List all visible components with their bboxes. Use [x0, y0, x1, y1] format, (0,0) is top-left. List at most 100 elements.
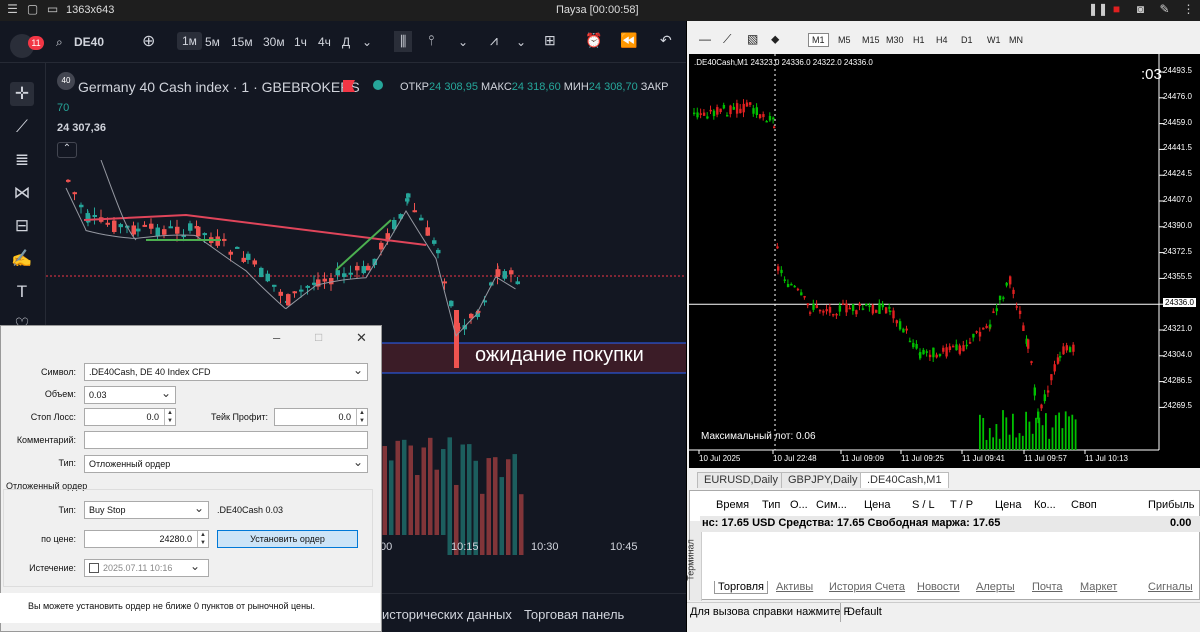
tf-m15[interactable]: M15	[862, 35, 880, 45]
pen-icon[interactable]: ✎	[1158, 3, 1171, 16]
spinner-icon[interactable]: ▲ ▼	[197, 531, 208, 547]
col-header[interactable]: Цена	[995, 499, 1021, 511]
add-symbol-icon[interactable]: ⊕	[142, 31, 155, 51]
camera-icon[interactable]: ◙	[1134, 3, 1147, 16]
search-icon[interactable]: ⌕	[56, 35, 63, 50]
symbol-select[interactable]: .DE40Cash, DE 40 Index CFD	[84, 363, 368, 381]
volume-bar	[1071, 414, 1074, 450]
col-header[interactable]: T / P	[950, 499, 973, 511]
brush-icon[interactable]: ✍	[10, 247, 34, 271]
col-header[interactable]: Ко...	[1034, 499, 1056, 511]
take-profit-input[interactable]: 0.0 ▲ ▼	[274, 408, 368, 426]
tf-1h[interactable]: 1ч	[294, 35, 307, 49]
position-icon[interactable]: ⊟	[10, 214, 34, 238]
tf-w1[interactable]: W1	[987, 35, 1001, 45]
replay-icon[interactable]: ⏪	[620, 32, 637, 49]
candle-body	[702, 112, 706, 116]
tab-signals[interactable]: Сигналы	[1148, 581, 1193, 593]
chevron-down-icon[interactable]: ⌄	[184, 560, 206, 576]
col-header[interactable]: Тип	[762, 499, 780, 511]
col-header[interactable]: Сим...	[816, 499, 847, 511]
fib-icon[interactable]: ≣	[10, 148, 34, 172]
tf-4h[interactable]: 4ч	[318, 35, 331, 49]
candle-body	[783, 279, 786, 281]
col-header[interactable]: Время	[716, 499, 749, 511]
tf-30m[interactable]: 30м	[263, 35, 285, 49]
tab-news[interactable]: Новости	[917, 581, 960, 593]
tf-d1[interactable]: D1	[961, 35, 973, 45]
tf-h1[interactable]: H1	[913, 35, 925, 45]
channel-tool-icon[interactable]: ▧	[747, 32, 758, 46]
col-header[interactable]: О...	[790, 499, 808, 511]
col-header[interactable]: Прибыль	[1148, 499, 1195, 511]
menu-icon[interactable]: ☰	[6, 3, 19, 16]
line-tool-icon[interactable]: —	[699, 32, 711, 46]
chart-tab[interactable]: GBPJPY,Daily	[781, 472, 865, 488]
tf-m5[interactable]: M5	[838, 35, 851, 45]
tab-assets[interactable]: Активы	[776, 581, 813, 593]
more-icon[interactable]: ⋮	[1182, 3, 1195, 16]
set-order-button[interactable]: Установить ордер	[217, 530, 358, 548]
candle-body	[406, 193, 411, 198]
text-icon[interactable]: T	[10, 280, 34, 304]
chart-tab-active[interactable]: .DE40Cash,M1	[860, 472, 949, 488]
chevron-down-icon[interactable]: ⌄	[516, 35, 526, 49]
shapes-tool-icon[interactable]: ⬥	[771, 32, 779, 47]
price-input[interactable]: 24280.0 ▲ ▼	[84, 530, 209, 548]
tf-h4[interactable]: H4	[936, 35, 948, 45]
pattern-icon[interactable]: ⋈	[10, 181, 34, 205]
tab-history[interactable]: История Счета	[829, 581, 905, 593]
volume-select[interactable]: 0.03	[84, 386, 176, 404]
minimize-icon[interactable]: –	[273, 330, 280, 345]
chevron-down-icon[interactable]: ⌄	[362, 35, 372, 49]
tab-mail[interactable]: Почта	[1032, 581, 1063, 593]
tf-5m[interactable]: 5м	[205, 35, 220, 49]
collapse-legend-button[interactable]: ⌃	[57, 142, 77, 158]
tab-alerts[interactable]: Алерты	[976, 581, 1015, 593]
trendline-icon[interactable]: ⟋	[10, 115, 34, 139]
candles-icon[interactable]: ⫼	[394, 31, 413, 52]
tf-mn[interactable]: MN	[1009, 35, 1023, 45]
pause-icon[interactable]: ❚❚	[1088, 3, 1108, 16]
col-header[interactable]: Цена	[864, 499, 890, 511]
tf-m1[interactable]: M1	[808, 33, 829, 47]
expiry-checkbox[interactable]	[89, 563, 99, 573]
chevron-down-icon[interactable]: ⌄	[458, 35, 468, 49]
volume-bar	[1054, 415, 1057, 450]
window-icon[interactable]: ▢	[26, 3, 39, 16]
candle-body	[735, 103, 739, 114]
close-icon[interactable]: ✕	[356, 330, 367, 346]
tab-history-data[interactable]: исторических данных	[382, 607, 512, 622]
price-tick: 24355.5	[1163, 272, 1192, 282]
mt4-chart[interactable]: .DE40Cash,M1 24323.0 24336.0 24322.0 243…	[689, 54, 1200, 468]
layout-icon[interactable]: ⊞	[544, 32, 556, 49]
maximize-icon[interactable]: □	[315, 330, 322, 344]
expiry-input[interactable]: 2025.07.11 10:16 ⌄	[84, 559, 209, 577]
indicators-icon[interactable]: ⩘	[490, 32, 498, 49]
undo-icon[interactable]: ↶	[660, 32, 672, 49]
tab-market[interactable]: Маркет	[1080, 581, 1117, 593]
folder-icon[interactable]: ▭	[46, 3, 59, 16]
tf-d[interactable]: Д	[342, 35, 350, 49]
order-type-select[interactable]: Отложенный ордер	[84, 455, 368, 473]
spinner-icon[interactable]: ▲ ▼	[356, 409, 367, 425]
chart-tab[interactable]: EURUSD,Daily	[697, 472, 785, 488]
pending-type-select[interactable]: Buy Stop	[84, 501, 209, 519]
tf-1m[interactable]: 1м	[177, 32, 202, 50]
alert-icon[interactable]: ⏰	[585, 32, 602, 49]
symbol-search[interactable]: DE40	[74, 35, 104, 49]
trend-tool-icon[interactable]: ⟋	[723, 32, 731, 47]
tf-m30[interactable]: M30	[886, 35, 904, 45]
tf-15m[interactable]: 15м	[231, 35, 253, 49]
spinner-icon[interactable]: ▲ ▼	[164, 409, 175, 425]
col-header[interactable]: S / L	[912, 499, 935, 511]
candle-body	[825, 309, 828, 312]
stop-loss-input[interactable]: 0.0 ▲ ▼	[84, 408, 176, 426]
comment-input[interactable]	[84, 431, 368, 449]
tab-trading-panel[interactable]: Торговая панель	[524, 607, 624, 622]
bars-icon[interactable]: ⫯	[428, 32, 434, 49]
crosshair-icon[interactable]: ✛	[10, 82, 34, 106]
stop-icon[interactable]: ■	[1110, 3, 1123, 16]
tab-trading[interactable]: Торговля	[714, 581, 768, 594]
col-header[interactable]: Своп	[1071, 499, 1097, 511]
